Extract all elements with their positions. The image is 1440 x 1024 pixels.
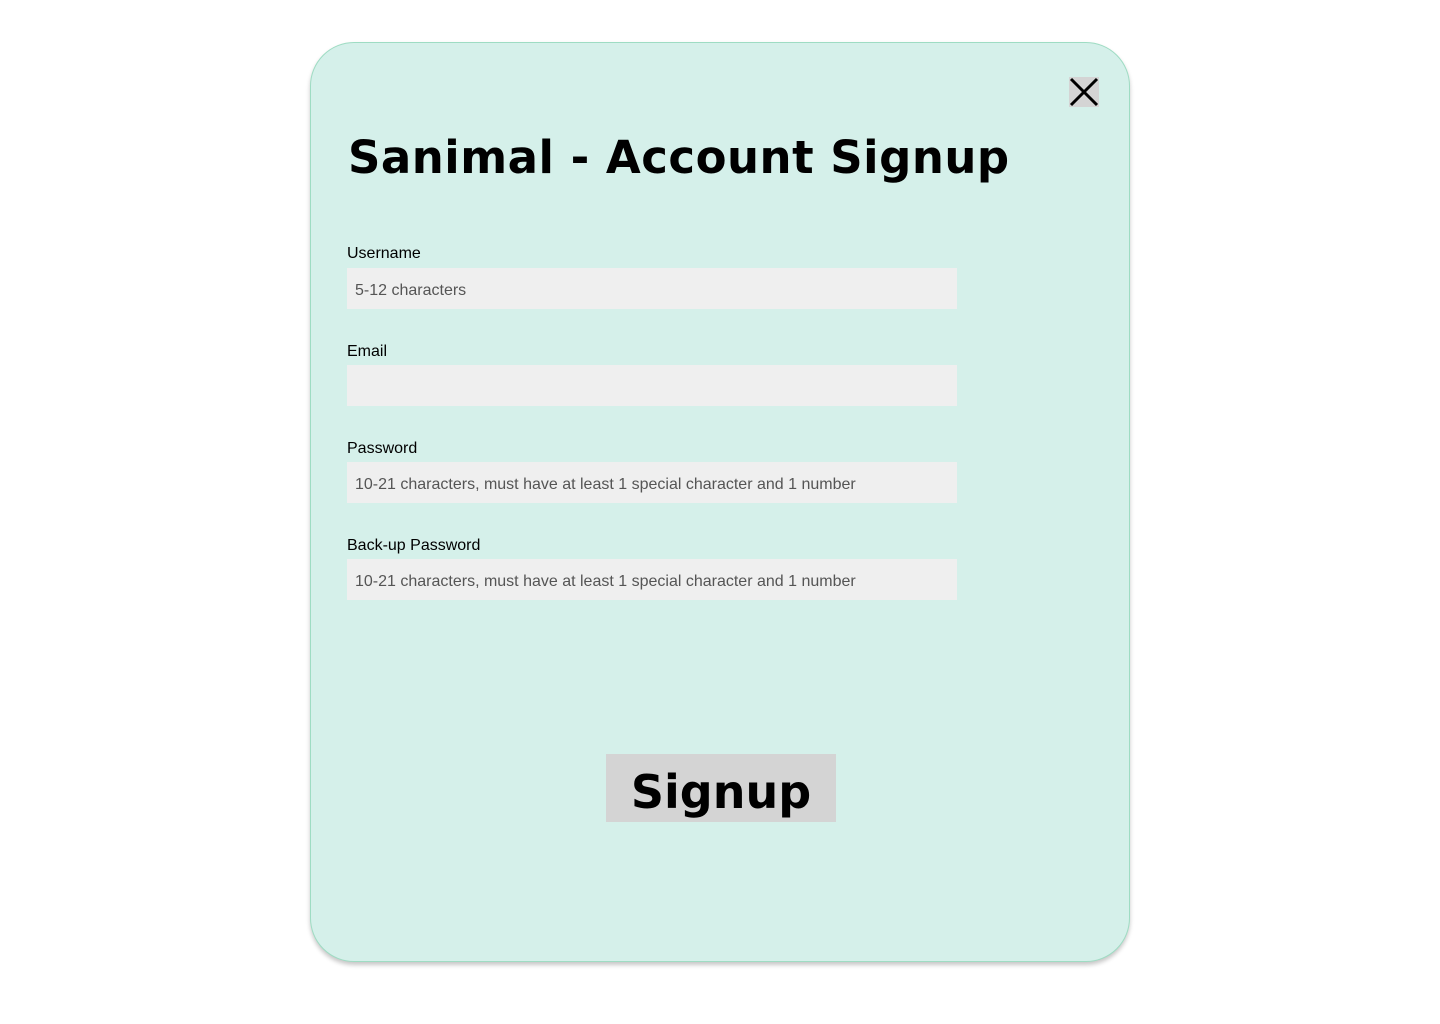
close-icon [1069, 77, 1099, 107]
password-input[interactable] [347, 462, 957, 503]
signup-button[interactable]: Signup [606, 754, 836, 822]
email-input[interactable] [347, 365, 957, 406]
username-input[interactable] [347, 268, 957, 309]
backup-password-label: Back-up Password [347, 537, 481, 554]
backup-password-input[interactable] [347, 559, 957, 600]
page-title: Sanimal - Account Signup [348, 131, 1010, 184]
username-label: Username [347, 245, 421, 262]
password-label: Password [347, 440, 418, 457]
signup-dialog: Sanimal - Account Signup Username Email … [310, 42, 1130, 962]
email-label: Email [347, 343, 388, 360]
close-button[interactable] [1069, 77, 1099, 107]
